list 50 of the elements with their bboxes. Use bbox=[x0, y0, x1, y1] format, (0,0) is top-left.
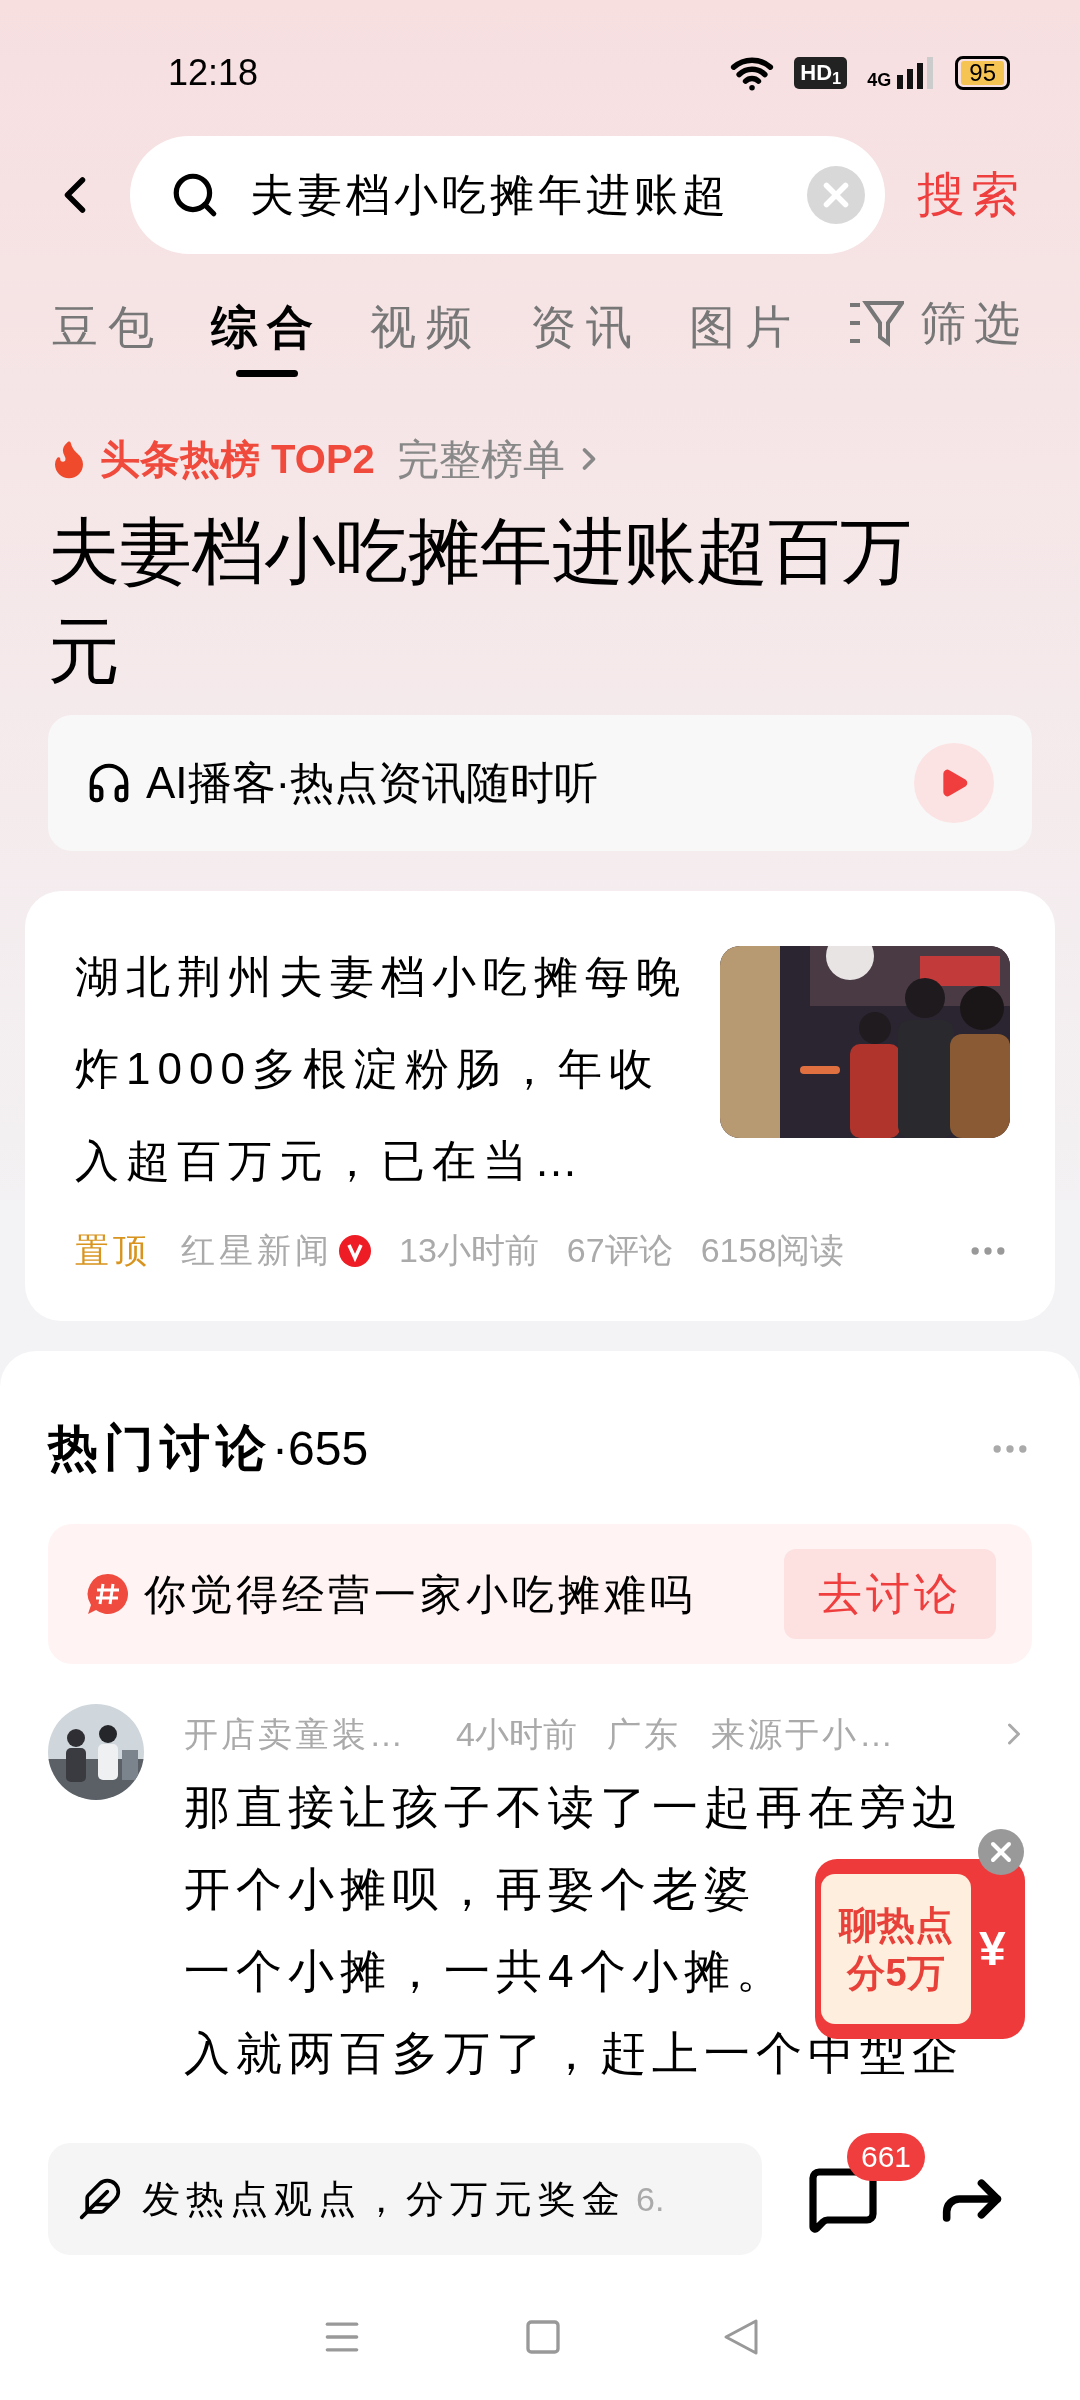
discussion-title: 热门讨论 bbox=[48, 1419, 272, 1478]
comment-location: 广东 bbox=[606, 1713, 681, 1755]
back-icon[interactable] bbox=[722, 2317, 761, 2356]
tab[interactable]: 综合 bbox=[211, 293, 324, 377]
tab[interactable]: 豆包 bbox=[52, 293, 164, 377]
topic-text: 你觉得经营一家小吃摊难吗 bbox=[144, 1569, 696, 1620]
battery-indicator: 95 bbox=[955, 55, 1010, 90]
comment-source: 来源于小… bbox=[710, 1713, 896, 1755]
comment-text-line: 开个小摊呗，再娶个老婆 bbox=[184, 1862, 756, 1917]
search-text: 夫妻档小吃摊年进账超 bbox=[250, 169, 731, 221]
input-prompt: 发热点观点，分万元奖金 bbox=[142, 2176, 626, 2222]
promo-text: 聊热点 bbox=[839, 1903, 953, 1948]
network-label: 4G bbox=[867, 70, 892, 89]
input-hint: 6. bbox=[636, 2178, 665, 2220]
read-count: 6158阅读 bbox=[700, 1230, 845, 1271]
pinned-label: 置顶 bbox=[75, 1230, 151, 1271]
tab[interactable]: 视频 bbox=[370, 293, 483, 377]
comment-text-line: 那直接让孩子不读了一起再在旁边 bbox=[184, 1780, 964, 1835]
hot-list-label: 头条热榜 TOP2 bbox=[100, 436, 375, 483]
topic-card[interactable]: 你觉得经营一家小吃摊难吗 去讨论 bbox=[48, 1524, 1032, 1664]
filter-button[interactable]: 筛选 bbox=[847, 293, 1028, 353]
signal-icon bbox=[897, 56, 934, 89]
comment-input[interactable]: 发热点观点，分万元奖金 6. bbox=[48, 2143, 762, 2255]
headline: 夫妻档小吃摊年进账超百万元 bbox=[47, 510, 913, 693]
search-field[interactable]: 夫妻档小吃摊年进账超 bbox=[130, 136, 885, 254]
status-time: 12:18 bbox=[168, 50, 259, 95]
discussion-count: ·655 bbox=[272, 1420, 369, 1477]
promo-text: 分5万 bbox=[847, 1951, 945, 1996]
tab[interactable]: 图片 bbox=[688, 293, 801, 377]
close-button[interactable] bbox=[978, 1829, 1024, 1875]
comment-count: 67评论 bbox=[566, 1230, 673, 1271]
article-card[interactable]: 湖北荆州夫妻档小吃摊每晚炸1000多根淀粉肠，年收入超百万元，已在当… 置顶 红星新闻 13小时前 67评论 6158阅读 bbox=[25, 891, 1055, 1321]
tab[interactable]: 资讯 bbox=[529, 293, 642, 377]
article-title: 湖北荆州夫妻档小吃摊每晚炸1000多根淀粉肠，年收入超百万元，已在当… bbox=[75, 951, 688, 1187]
pen-icon bbox=[78, 2177, 122, 2221]
comment-author[interactable]: 开店卖童装… bbox=[184, 1708, 406, 1760]
hashtag-icon bbox=[86, 1572, 130, 1616]
post-time: 13小时前 bbox=[399, 1230, 539, 1271]
comment-time: 4小时前 bbox=[456, 1713, 577, 1755]
source-name: 红星新闻 bbox=[181, 1230, 333, 1271]
filter-icon bbox=[847, 299, 904, 347]
comment-text-line: 一个小摊，一共4个小摊。 bbox=[184, 1944, 788, 1999]
comment-badge: 661 bbox=[847, 2133, 926, 2181]
podcast-label: AI播客·热点资讯随时听 bbox=[146, 757, 599, 809]
discuss-button[interactable]: 去讨论 bbox=[784, 1549, 996, 1639]
podcast-bar[interactable]: AI播客·热点资讯随时听 bbox=[48, 715, 1032, 851]
promo-symbol: ¥ bbox=[979, 1921, 1006, 1977]
hd-badge: HD$_{1}$ bbox=[794, 56, 848, 89]
search-button[interactable]: 搜索 bbox=[917, 159, 1025, 231]
full-list-link[interactable]: 完整榜单 bbox=[396, 427, 607, 491]
